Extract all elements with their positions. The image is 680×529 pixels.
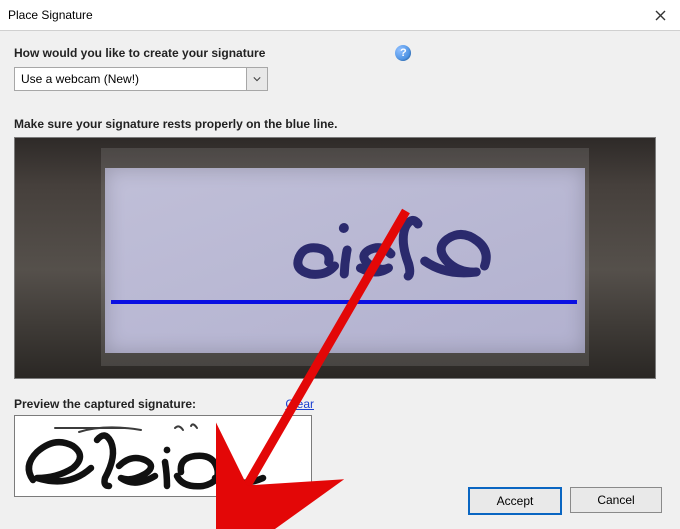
window-title: Place Signature — [8, 8, 93, 22]
close-icon — [655, 10, 666, 21]
preview-label: Preview the captured signature: — [14, 397, 196, 411]
method-select[interactable]: Use a webcam (New!) — [14, 67, 268, 91]
method-select-value: Use a webcam (New!) — [15, 72, 246, 86]
method-select-button[interactable] — [246, 68, 267, 90]
method-prompt-label: How would you like to create your signat… — [14, 46, 265, 60]
preview-label-row: Preview the captured signature: Clear — [14, 397, 314, 411]
webcam-signature — [233, 206, 496, 299]
webcam-capture-area[interactable] — [14, 137, 656, 379]
close-button[interactable] — [640, 0, 680, 30]
dialog-content: How would you like to create your signat… — [0, 31, 680, 497]
titlebar: Place Signature — [0, 0, 680, 31]
chevron-down-icon — [253, 75, 261, 83]
clear-link[interactable]: Clear — [285, 397, 314, 411]
dialog-buttons: Accept Cancel — [468, 487, 662, 515]
help-icon[interactable]: ? — [395, 45, 411, 61]
preview-signature — [15, 416, 311, 496]
method-prompt-row: How would you like to create your signat… — [14, 45, 666, 61]
accept-button[interactable]: Accept — [468, 487, 562, 515]
preview-box — [14, 415, 312, 497]
webcam-instruction: Make sure your signature rests properly … — [14, 117, 666, 131]
cancel-button[interactable]: Cancel — [570, 487, 662, 513]
webcam-blue-line — [111, 300, 577, 304]
